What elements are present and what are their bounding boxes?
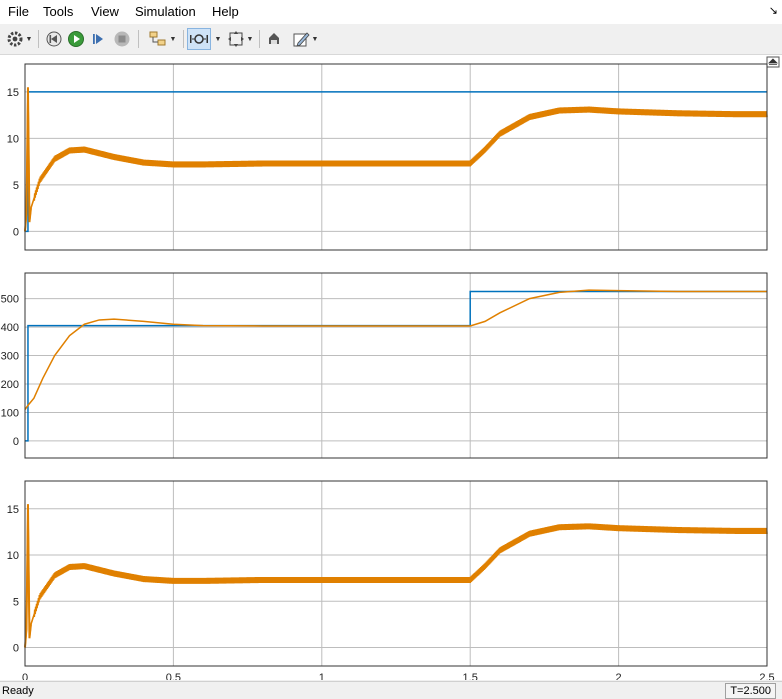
toolbar-separator <box>38 30 39 48</box>
toolbar-separator <box>259 30 260 48</box>
y-tick-label: 10 <box>7 133 19 145</box>
gear-icon[interactable]: ▼ <box>3 28 35 50</box>
y-tick-label: 5 <box>13 596 19 608</box>
scope-plots[interactable]: 0 5 10 15 0 100 200 300 400 500 0 5 10 15 0 0.5 1 1.5 2 2.5… <box>0 55 782 699</box>
run-icon[interactable] <box>66 28 86 50</box>
y-tick-label: 300 <box>1 351 19 363</box>
toolbar-separator <box>138 30 139 48</box>
highlight-icon[interactable]: ▼ <box>144 28 180 50</box>
step-forward-icon[interactable] <box>88 28 108 50</box>
y-tick-label: 0 <box>13 226 19 238</box>
y-tick-label: 15 <box>7 504 19 516</box>
toolbar: ▼ ▼ ▼ ▼ ▼ <box>0 24 782 55</box>
step-back-icon[interactable] <box>44 28 64 50</box>
y-tick-label: 100 <box>1 407 19 419</box>
scope-figure: 0 5 10 15 0 100 200 300 400 500 0 5 10 15 0 0.5 1 1.5 2 2.5… <box>0 55 782 699</box>
fit-view-icon[interactable]: ▼ <box>224 28 256 50</box>
y-tick-label: 0 <box>13 643 19 655</box>
menu-simulation[interactable]: Simulation <box>135 4 196 19</box>
menu-help[interactable]: Help <box>212 4 239 19</box>
y-tick-label: 0 <box>13 436 19 448</box>
y-tick-label: 400 <box>1 322 19 334</box>
status-bar: Ready T=2.500 <box>0 681 782 699</box>
y-tick-label: 500 <box>1 294 19 306</box>
x-tick-label: 0.5 <box>166 672 181 680</box>
x-tick-label: 1 <box>319 672 325 680</box>
edit-style-icon[interactable]: ▼ <box>288 28 322 50</box>
y-tick-label: 5 <box>13 180 19 192</box>
y-tick-label: 10 <box>7 550 19 562</box>
menu-tools[interactable]: Tools <box>43 4 73 19</box>
zoom-x-icon[interactable] <box>187 28 211 50</box>
menu-bar: File Tools View Simulation Help ↘ <box>0 0 782 24</box>
axes-2-background <box>25 273 767 458</box>
stop-icon[interactable] <box>112 28 132 50</box>
y-tick-label: 200 <box>1 379 19 391</box>
toolbar-separator <box>183 30 184 48</box>
menu-view[interactable]: View <box>91 4 119 19</box>
y-tick-label: 15 <box>7 87 19 99</box>
zoom-menu-caret[interactable]: ▼ <box>212 28 222 50</box>
menu-file[interactable]: File <box>8 4 29 19</box>
restore-icon[interactable] <box>264 28 284 50</box>
x-tick-label: 0 <box>22 672 28 680</box>
x-tick-label: 1.5 <box>463 672 478 680</box>
status-text: Ready <box>2 685 34 697</box>
x-tick-label: 2.5 <box>759 672 774 680</box>
undock-arrow-icon[interactable]: ↘ <box>769 4 778 17</box>
x-tick-label: 2 <box>616 672 622 680</box>
